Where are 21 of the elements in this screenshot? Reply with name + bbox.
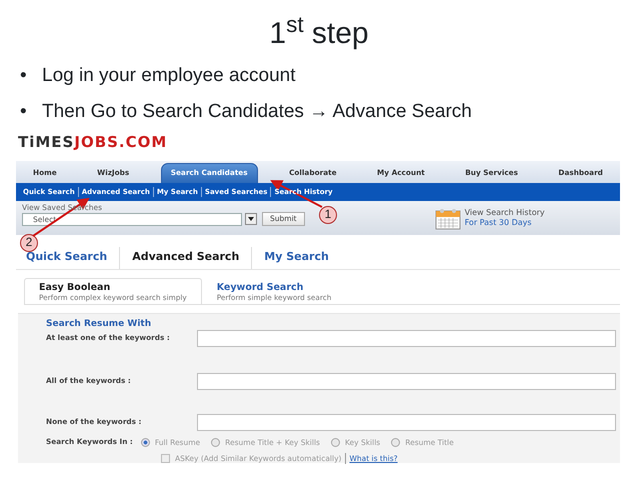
input-field[interactable] (197, 372, 616, 390)
input-field[interactable] (197, 414, 616, 430)
bullet-text: Then Go to Search Candidates → Advance Search (42, 101, 472, 123)
history-period[interactable]: For Past 30 Days (464, 218, 545, 228)
input-field[interactable] (197, 330, 616, 346)
radio-button[interactable] (330, 438, 340, 447)
search-tab[interactable]: My Search (251, 247, 341, 268)
checkbox[interactable] (161, 454, 170, 463)
slide-title: 1$^{st}$ step (268, 10, 370, 52)
radio-button[interactable] (140, 438, 150, 447)
form-heading: Search Resume With (46, 318, 152, 330)
radio-button[interactable] (391, 438, 400, 447)
search-tab[interactable]: Advanced Search (119, 247, 252, 268)
history-link[interactable]: View Search History (464, 208, 545, 218)
callout-number: 2 (20, 234, 38, 252)
bullet-marker: • (20, 101, 28, 123)
calendar-icon[interactable] (434, 206, 461, 230)
bullet-text: Log in your employee account (42, 65, 296, 87)
logo: TiMESJOBS.COM (18, 133, 168, 151)
radio-button[interactable] (211, 438, 220, 447)
bullet-marker: • (20, 65, 28, 87)
